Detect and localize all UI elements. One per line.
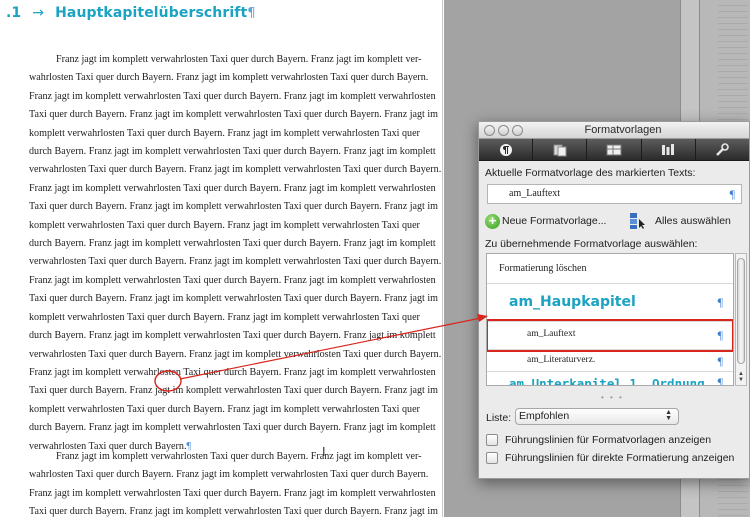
list-label: Liste: — [486, 412, 512, 424]
text-line: komplett verwahrlosten Taxi quer durch B… — [29, 311, 420, 323]
select-all-icon — [630, 213, 645, 229]
guides-styles-label: Führungslinien für Formatvorlagen anzeig… — [505, 434, 712, 446]
character-style-icon[interactable] — [533, 139, 588, 160]
list-item-am-lauftext[interactable]: am_Lauftext ¶ — [487, 322, 733, 350]
current-style-value: am_Lauftext — [509, 188, 561, 199]
body-paragraph[interactable]: Franz jagt im komplett verwahrlosten Tax… — [29, 448, 439, 517]
scrollbar-thumb[interactable] — [737, 258, 745, 364]
wrench-icon[interactable] — [696, 139, 749, 160]
list-item-clear-formatting[interactable]: Formatierung löschen — [487, 254, 733, 284]
text-line: Franz jagt im komplett verwahrlosten Tax… — [56, 54, 422, 65]
text-line: Franz jagt im komplett verwahrlosten Tax… — [29, 274, 436, 286]
current-style-field: am_Lauftext ¶ — [487, 184, 742, 204]
new-style-button[interactable]: + Neue Formatvorlage... — [485, 212, 606, 230]
guides-direct-label: Führungslinien für direkte Formatierung … — [505, 452, 735, 464]
select-all-label: Alles auswählen — [655, 215, 731, 227]
scroll-arrows-icon[interactable]: ▲ ▼ — [736, 371, 746, 383]
text-line: durch Bayern. Franz jagt im komplett ver… — [29, 330, 436, 342]
plus-icon: + — [485, 213, 500, 229]
text-line: Franz jagt im komplett verwahrlosten Tax… — [29, 366, 436, 378]
current-style-label: Aktuelle Formatvorlage des markierten Te… — [485, 167, 696, 179]
heading-number: .1 — [6, 5, 22, 21]
guides-direct-checkbox[interactable] — [486, 452, 498, 464]
guides-styles-checkbox[interactable] — [486, 434, 498, 446]
styles-panel: Formatvorlagen Aktuelle Formatvorlage de… — [478, 121, 750, 479]
pilcrow-icon: ¶ — [717, 295, 723, 309]
text-line: komplett verwahrlosten Taxi quer durch B… — [29, 127, 420, 139]
body-paragraph[interactable]: Franz jagt im komplett verwahrlosten Tax… — [29, 51, 442, 456]
chapter-heading[interactable]: .1 → Hauptkapitelüberschrift¶ — [6, 5, 256, 21]
new-style-label: Neue Formatvorlage... — [502, 215, 607, 227]
pilcrow-icon: ¶ — [247, 6, 256, 21]
table-style-icon[interactable] — [587, 139, 642, 160]
list-item-am-unterkapitel[interactable]: am_Unterkapitel 1. Ordnung ¶ — [487, 372, 733, 386]
tab-arrow-icon: → — [32, 5, 45, 21]
list-filter-value: Empfohlen — [519, 410, 570, 422]
list-filter-select[interactable]: Empfohlen ▲ ▼ — [515, 408, 679, 425]
style-list: Formatierung löschen am_Haupkapitel ¶ am… — [486, 253, 734, 386]
text-line: komplett verwahrlosten Taxi quer durch B… — [29, 403, 420, 415]
text-line: Taxi quer durch Bayern. Franz jagt im ko… — [29, 201, 439, 213]
pilcrow-icon: ¶ — [717, 375, 723, 386]
text-line: verwahrlosten Taxi quer durch Bayern. Fr… — [29, 256, 442, 268]
list-item-am-literaturverz[interactable]: am_Literaturverz. ¶ — [487, 350, 733, 372]
text-line: Taxi quer durch Bayern. Franz jagt im ko… — [29, 385, 439, 397]
list-item-am-haupkapitel[interactable]: am_Haupkapitel ¶ — [487, 284, 733, 322]
text-line: Franz jagt im komplett verwahrlosten Tax… — [56, 451, 422, 462]
panel-title: Formatvorlagen — [584, 124, 662, 136]
guides-styles-checkbox-row[interactable]: Führungslinien für Formatvorlagen anzeig… — [486, 434, 711, 446]
text-line: wahrlosten Taxi quer durch Bayern. Franz… — [29, 469, 429, 481]
text-line: Franz jagt im komplett verwahrlosten Tax… — [29, 182, 436, 194]
paragraph-style-icon[interactable] — [479, 139, 534, 160]
pilcrow-icon: ¶ — [717, 328, 723, 342]
text-line: Taxi quer durch Bayern. Franz jagt im ko… — [29, 293, 439, 305]
text-line: wahrlosten Taxi quer durch Bayern. Franz… — [29, 72, 429, 84]
text-line: Taxi quer durch Bayern. Franz jagt im ko… — [29, 109, 439, 121]
panel-titlebar[interactable]: Formatvorlagen — [479, 122, 749, 139]
guides-direct-checkbox-row[interactable]: Führungslinien für direkte Formatierung … — [486, 452, 734, 464]
pilcrow-icon: ¶ — [717, 354, 723, 368]
document-page[interactable]: .1 → Hauptkapitelüberschrift¶ Franz jagt… — [0, 0, 443, 517]
chevron-updown-icon: ▲ ▼ — [665, 409, 672, 422]
text-line: durch Bayern. Franz jagt im komplett ver… — [29, 422, 436, 434]
resize-grip-icon[interactable]: • • • — [601, 393, 624, 402]
list-style-icon[interactable] — [642, 139, 696, 160]
text-line: durch Bayern. Franz jagt im komplett ver… — [29, 146, 436, 158]
pilcrow-icon: ¶ — [729, 187, 735, 201]
text-line: Franz jagt im komplett verwahrlosten Tax… — [29, 487, 436, 499]
panel-toolbar — [479, 139, 749, 161]
apply-style-label: Zu übernehmende Formatvorlage auswählen: — [485, 238, 698, 250]
text-line: Franz jagt im komplett verwahrlosten Tax… — [29, 90, 436, 102]
text-line: komplett verwahrlosten Taxi quer durch B… — [29, 219, 420, 231]
text-line: verwahrlosten Taxi quer durch Bayern. Fr… — [29, 164, 442, 176]
heading-title: Hauptkapitelüberschrift — [55, 5, 248, 21]
text-line: verwahrlosten Taxi quer durch Bayern. Fr… — [29, 348, 442, 360]
select-all-button[interactable]: Alles auswählen — [629, 212, 731, 230]
text-line: durch Bayern. Franz jagt im komplett ver… — [29, 238, 436, 250]
text-line: Taxi quer durch Bayern. Franz jagt im ko… — [29, 506, 439, 517]
style-list-scrollbar[interactable]: ▲ ▼ — [735, 253, 747, 386]
